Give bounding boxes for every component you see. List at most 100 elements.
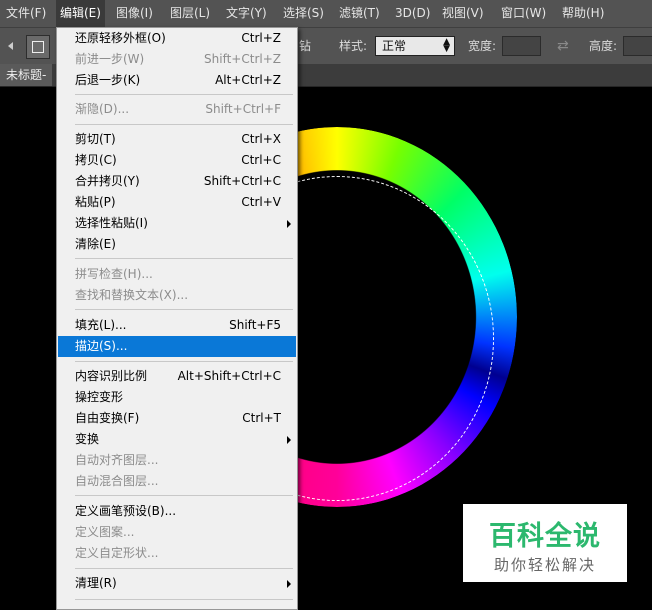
menu-image[interactable]: 图像(I) — [112, 0, 157, 27]
menu-item-label: 选择性粘贴(I) — [75, 216, 148, 230]
menu-item-auto-blend-layers[interactable]: 自动混合图层... — [58, 471, 296, 492]
menu-window[interactable]: 窗口(W) — [497, 0, 550, 27]
menu-item-define-brush[interactable]: 定义画笔预设(B)... — [58, 501, 296, 522]
width-input[interactable] — [502, 36, 541, 56]
menu-item-label: 定义画笔预设(B)... — [75, 504, 177, 518]
menu-item-define-custom-shape[interactable]: 定义自定形状... — [58, 543, 296, 564]
menu-item-label: 渐隐(D)... — [75, 102, 130, 116]
menu-view[interactable]: 视图(V) — [438, 0, 488, 27]
menu-item-purge[interactable]: 清理(R) — [58, 573, 296, 594]
menu-item-find-replace[interactable]: 查找和替换文本(X)... — [58, 285, 296, 306]
options-partial-text: 钻 — [299, 39, 312, 53]
menu-item-paste-special[interactable]: 选择性粘贴(I) — [58, 213, 296, 234]
menu-item-shortcut: Shift+Ctrl+Z — [204, 52, 281, 66]
menu-separator — [75, 258, 293, 259]
submenu-arrow-icon — [287, 580, 291, 588]
menu-separator — [75, 599, 293, 600]
watermark-subtitle: 助你轻松解决 — [493, 556, 596, 574]
menu-item-shortcut: Ctrl+Z — [241, 31, 281, 45]
menu-item-label: 定义自定形状... — [75, 546, 159, 560]
menu-file[interactable]: 文件(F) — [2, 0, 50, 27]
menu-item-label: 自由变换(F) — [75, 411, 140, 425]
menu-item-label: 合并拷贝(Y) — [75, 174, 140, 188]
menu-item-shortcut: Ctrl+X — [241, 132, 281, 146]
menu-item-fade[interactable]: 渐隐(D)... Shift+Ctrl+F — [58, 99, 296, 120]
menu-item-fill[interactable]: 填充(L)... Shift+F5 — [58, 315, 296, 336]
menu-item-step-backward[interactable]: 后退一步(K) Alt+Ctrl+Z — [58, 70, 296, 91]
submenu-arrow-icon — [287, 220, 291, 228]
menu-filter[interactable]: 滤镜(T) — [335, 0, 384, 27]
menu-layer[interactable]: 图层(L) — [166, 0, 214, 27]
menu-item-copy-merged[interactable]: 合并拷贝(Y) Shift+Ctrl+C — [58, 171, 296, 192]
menu-item-label: 变换 — [75, 432, 100, 446]
menu-separator — [75, 568, 293, 569]
document-tab[interactable]: 未标题- — [0, 64, 53, 86]
edit-dropdown-menu: 还原轻移外框(O) Ctrl+Z 前进一步(W) Shift+Ctrl+Z 后退… — [56, 27, 298, 610]
submenu-arrow-icon — [287, 436, 291, 444]
menu-separator — [75, 309, 293, 310]
menu-item-label: 拷贝(C) — [75, 153, 117, 167]
menu-item-shortcut: Ctrl+T — [242, 411, 281, 425]
menu-help[interactable]: 帮助(H) — [558, 0, 608, 27]
menu-item-transform[interactable]: 变换 — [58, 429, 296, 450]
menu-item-check-spelling[interactable]: 拼写检查(H)... — [58, 264, 296, 285]
watermark-title: 百科全说 — [489, 521, 601, 552]
menu-item-shortcut: Shift+F5 — [229, 318, 281, 332]
menu-3d[interactable]: 3D(D) — [391, 0, 434, 27]
menu-separator — [75, 495, 293, 496]
menu-item-label: 拼写检查(H)... — [75, 267, 153, 281]
menu-item-label: 内容识别比例 — [75, 369, 148, 383]
menu-separator — [75, 94, 293, 95]
menu-item-label: 查找和替换文本(X)... — [75, 288, 189, 302]
menu-type[interactable]: 文字(Y) — [222, 0, 271, 27]
style-label: 样式: — [339, 39, 368, 53]
menu-item-shortcut: Ctrl+C — [241, 153, 281, 167]
menu-item-label: 剪切(T) — [75, 132, 116, 146]
menu-item-free-transform[interactable]: 自由变换(F) Ctrl+T — [58, 408, 296, 429]
menu-item-define-pattern[interactable]: 定义图案... — [58, 522, 296, 543]
menu-item-label: 自动对齐图层... — [75, 453, 159, 467]
swap-icon[interactable]: ⇄ — [557, 28, 569, 64]
menu-item-shortcut: Alt+Ctrl+Z — [215, 73, 281, 87]
menu-item-step-forward[interactable]: 前进一步(W) Shift+Ctrl+Z — [58, 49, 296, 70]
menu-item-content-aware-scale[interactable]: 内容识别比例 Alt+Shift+Ctrl+C — [58, 366, 296, 387]
menu-item-cut[interactable]: 剪切(T) Ctrl+X — [58, 129, 296, 150]
menu-item-shortcut: Ctrl+V — [241, 195, 281, 209]
rectangle-marquee-icon — [32, 41, 44, 53]
updown-arrows-icon: ▲ ▼ — [443, 37, 450, 54]
menu-item-shortcut: Shift+Ctrl+C — [203, 174, 281, 188]
menu-item-paste[interactable]: 粘贴(P) Ctrl+V — [58, 192, 296, 213]
menu-item-undo[interactable]: 还原轻移外框(O) Ctrl+Z — [58, 28, 296, 49]
menu-item-label: 清理(R) — [75, 576, 117, 590]
menu-item-label: 填充(L)... — [75, 318, 127, 332]
menu-item-label: 操控变形 — [75, 390, 124, 404]
menu-item-auto-align-layers[interactable]: 自动对齐图层... — [58, 450, 296, 471]
menu-separator — [75, 124, 293, 125]
menu-item-shortcut: Shift+Ctrl+F — [205, 102, 281, 116]
menu-item-label: 还原轻移外框(O) — [75, 31, 166, 45]
menu-select[interactable]: 选择(S) — [279, 0, 328, 27]
tool-preset-arrow-icon[interactable] — [8, 42, 13, 50]
menu-item-copy[interactable]: 拷贝(C) Ctrl+C — [58, 150, 296, 171]
menu-item-shortcut: Alt+Shift+Ctrl+C — [177, 369, 281, 383]
menu-edit[interactable]: 编辑(E) — [56, 0, 105, 27]
menu-item-clear[interactable]: 清除(E) — [58, 234, 296, 255]
menu-item-label: 前进一步(W) — [75, 52, 145, 66]
menu-item-stroke[interactable]: 描边(S)... — [58, 336, 296, 357]
height-input[interactable] — [623, 36, 652, 56]
menu-item-label: 描边(S)... — [75, 339, 128, 353]
width-label: 宽度: — [468, 39, 497, 53]
height-label: 高度: — [589, 39, 618, 53]
menu-item-label: 定义图案... — [75, 525, 135, 539]
menu-bar: 文件(F) 编辑(E) 图像(I) 图层(L) 文字(Y) 选择(S) 滤镜(T… — [0, 0, 652, 27]
menu-item-label: 后退一步(K) — [75, 73, 141, 87]
watermark: 百科全说 助你轻松解决 — [463, 504, 627, 582]
menu-separator — [75, 361, 293, 362]
tool-preset-button[interactable] — [26, 35, 50, 59]
menu-item-puppet-warp[interactable]: 操控变形 — [58, 387, 296, 408]
menu-item-label: 自动混合图层... — [75, 474, 159, 488]
style-select-value: 正常 — [382, 39, 407, 53]
menu-item-label: 清除(E) — [75, 237, 116, 251]
style-select[interactable]: 正常 ▲ ▼ — [375, 36, 455, 56]
menu-item-label: 粘贴(P) — [75, 195, 116, 209]
